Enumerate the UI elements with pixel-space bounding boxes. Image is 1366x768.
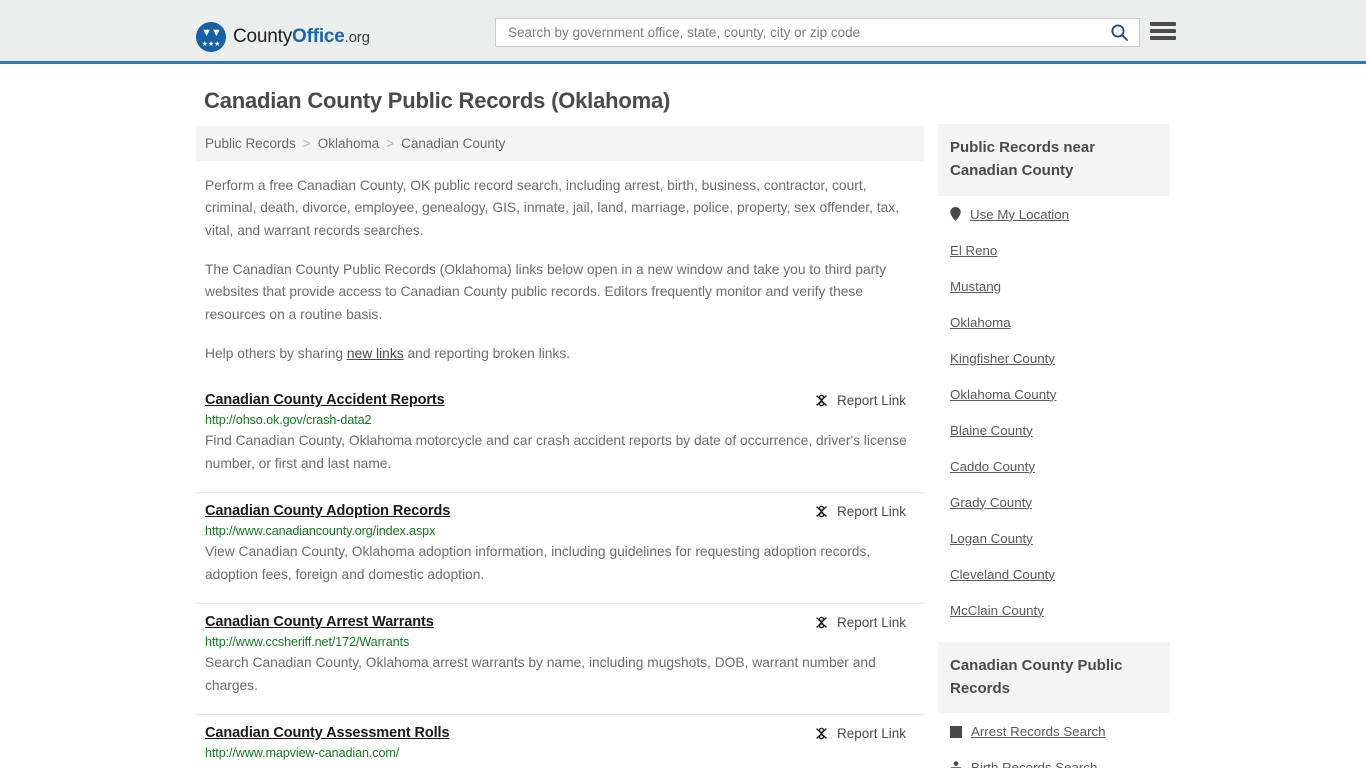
report-link-button[interactable]: Report Link bbox=[814, 726, 915, 741]
sidebar-nearby-title: Public Records near Canadian County bbox=[938, 124, 1170, 196]
report-link-label: Report Link bbox=[836, 614, 906, 630]
search-box[interactable] bbox=[495, 18, 1140, 47]
broken-link-icon bbox=[816, 395, 827, 407]
intro-paragraph-3: Help others by sharing new links and rep… bbox=[205, 343, 915, 365]
logo-text-county: County bbox=[233, 26, 293, 47]
sidebar-link-blaine-county[interactable]: Blaine County bbox=[950, 423, 1033, 438]
sidebar-link-mustang[interactable]: Mustang bbox=[950, 279, 1001, 294]
search-button[interactable] bbox=[1108, 23, 1131, 42]
hamburger-bar bbox=[1150, 29, 1176, 33]
sidebar-item-el-reno[interactable]: El Reno bbox=[950, 232, 1158, 268]
sidebar-nearby-list: Use My Location El Reno Mustang Oklahoma… bbox=[938, 196, 1170, 628]
sidebar-item-caddo-county[interactable]: Caddo County bbox=[950, 448, 1158, 484]
breadcrumb-separator: > bbox=[302, 136, 311, 151]
breadcrumb-item-oklahoma[interactable]: Oklahoma bbox=[318, 136, 380, 151]
sidebar-records-list: Arrest Records Search Birth Records Sear… bbox=[938, 713, 1170, 768]
report-link-button[interactable]: Report Link bbox=[814, 615, 915, 630]
record-title-link[interactable]: Canadian County Accident Reports bbox=[205, 392, 445, 408]
sidebar-link-arrest-records-search[interactable]: Arrest Records Search bbox=[971, 724, 1106, 739]
breadcrumb: Public Records > Oklahoma > Canadian Cou… bbox=[196, 126, 924, 161]
report-link-button[interactable]: Report Link bbox=[814, 393, 915, 408]
sidebar-link-logan-county[interactable]: Logan County bbox=[950, 531, 1033, 546]
record-description: Search Canadian County, Oklahoma arrest … bbox=[205, 654, 876, 693]
record-header: Canadian County Arrest Warrants Report L… bbox=[205, 614, 915, 630]
records-list: Canadian County Accident Reports Report … bbox=[196, 382, 924, 768]
record-item: Canadian County Arrest Warrants Report L… bbox=[196, 604, 924, 715]
record-header: Canadian County Assessment Rolls Report … bbox=[205, 725, 915, 741]
broken-link-icon bbox=[816, 616, 827, 629]
page-title: Canadian County Public Records (Oklahoma… bbox=[204, 88, 671, 113]
report-link-label: Report Link bbox=[836, 504, 906, 520]
record-item: Canadian County Assessment Rolls Report … bbox=[196, 715, 924, 768]
sidebar-link-mcclain-county[interactable]: McClain County bbox=[950, 603, 1044, 618]
record-item: Canadian County Adoption Records Report … bbox=[196, 493, 924, 604]
intro-paragraph-2: The Canadian County Public Records (Okla… bbox=[205, 262, 887, 322]
broken-link-icon bbox=[816, 727, 827, 740]
logo-text-office: Office bbox=[292, 26, 345, 47]
logo-text: CountyOffice.org bbox=[233, 26, 370, 48]
hamburger-menu-icon[interactable] bbox=[1150, 20, 1176, 42]
sidebar-item-cleveland-county[interactable]: Cleveland County bbox=[950, 556, 1158, 592]
sidebar-item-mcclain-county[interactable]: McClain County bbox=[950, 592, 1158, 628]
sidebar: Public Records near Canadian County Use … bbox=[938, 124, 1170, 768]
sidebar-item-oklahoma-county[interactable]: Oklahoma County bbox=[950, 376, 1158, 412]
sidebar-link-birth-records-search[interactable]: Birth Records Search bbox=[971, 760, 1097, 768]
sidebar-link-oklahoma-county[interactable]: Oklahoma County bbox=[950, 387, 1056, 402]
record-description: Search Canadian County property assessme… bbox=[205, 763, 915, 768]
record-title-link[interactable]: Canadian County Arrest Warrants bbox=[205, 614, 434, 630]
record-url[interactable]: http://www.mapview-canadian.com/ bbox=[205, 746, 915, 760]
report-link-button[interactable]: Report Link bbox=[814, 504, 915, 519]
fingerprint-square-icon bbox=[950, 725, 962, 738]
sidebar-item-birth-records-search[interactable]: Birth Records Search bbox=[950, 749, 1158, 768]
sidebar-item-blaine-county[interactable]: Blaine County bbox=[950, 412, 1158, 448]
record-url[interactable]: http://www.ccsheriff.net/172/Warrants bbox=[205, 635, 915, 649]
site-header: ▼▼ ★★★ CountyOffice.org bbox=[0, 0, 1366, 64]
intro-paragraph-1: Perform a free Canadian County, OK publi… bbox=[205, 178, 900, 238]
search-icon bbox=[1111, 24, 1128, 41]
sidebar-item-logan-county[interactable]: Logan County bbox=[950, 520, 1158, 556]
new-links-link[interactable]: new links bbox=[347, 346, 404, 361]
record-title-link[interactable]: Canadian County Adoption Records bbox=[205, 503, 450, 519]
record-url[interactable]: http://www.canadiancounty.org/index.aspx bbox=[205, 524, 915, 538]
logo-text-org: .org bbox=[344, 29, 370, 46]
sidebar-link-el-reno[interactable]: El Reno bbox=[950, 243, 997, 258]
breadcrumb-item-public-records[interactable]: Public Records bbox=[205, 136, 296, 151]
hamburger-bar bbox=[1150, 36, 1176, 40]
map-pin-icon bbox=[950, 207, 961, 221]
sidebar-link-use-my-location[interactable]: Use My Location bbox=[970, 207, 1069, 222]
sidebar-link-cleveland-county[interactable]: Cleveland County bbox=[950, 567, 1055, 582]
report-link-label: Report Link bbox=[836, 393, 906, 409]
site-logo[interactable]: ▼▼ ★★★ CountyOffice.org bbox=[196, 22, 370, 52]
sidebar-records-title: Canadian County Public Records bbox=[938, 641, 1170, 713]
sidebar-item-grady-county[interactable]: Grady County bbox=[950, 484, 1158, 520]
baby-icon bbox=[950, 760, 962, 768]
intro-share-prefix: Help others by sharing bbox=[205, 346, 347, 362]
breadcrumb-item-canadian-county: Canadian County bbox=[401, 136, 506, 151]
record-header: Canadian County Accident Reports Report … bbox=[205, 392, 915, 408]
broken-link-icon bbox=[816, 505, 827, 518]
sidebar-item-oklahoma[interactable]: Oklahoma bbox=[950, 304, 1158, 340]
main-content-column: Public Records > Oklahoma > Canadian Cou… bbox=[196, 126, 924, 768]
sidebar-item-use-my-location[interactable]: Use My Location bbox=[950, 196, 1158, 232]
eagle-shield-icon: ▼▼ ★★★ bbox=[196, 22, 226, 52]
sidebar-link-kingfisher-county[interactable]: Kingfisher County bbox=[950, 351, 1055, 366]
record-description: Find Canadian County, Oklahoma motorcycl… bbox=[205, 433, 907, 472]
breadcrumb-separator: > bbox=[386, 136, 395, 151]
record-url[interactable]: http://ohso.ok.gov/crash-data2 bbox=[205, 413, 915, 427]
record-header: Canadian County Adoption Records Report … bbox=[205, 503, 915, 519]
record-item: Canadian County Accident Reports Report … bbox=[196, 382, 924, 494]
sidebar-item-mustang[interactable]: Mustang bbox=[950, 268, 1158, 304]
sidebar-link-caddo-county[interactable]: Caddo County bbox=[950, 459, 1035, 474]
sidebar-link-oklahoma[interactable]: Oklahoma bbox=[950, 315, 1011, 330]
sidebar-link-grady-county[interactable]: Grady County bbox=[950, 495, 1032, 510]
sidebar-item-arrest-records-search[interactable]: Arrest Records Search bbox=[950, 713, 1158, 749]
record-description: View Canadian County, Oklahoma adoption … bbox=[205, 544, 871, 583]
search-input[interactable] bbox=[506, 24, 1108, 41]
sidebar-item-kingfisher-county[interactable]: Kingfisher County bbox=[950, 340, 1158, 376]
record-title-link[interactable]: Canadian County Assessment Rolls bbox=[205, 725, 450, 741]
intro-share-suffix: and reporting broken links. bbox=[403, 346, 571, 362]
intro-text: Perform a free Canadian County, OK publi… bbox=[196, 175, 924, 365]
report-link-label: Report Link bbox=[836, 725, 906, 741]
hamburger-bar bbox=[1150, 22, 1176, 26]
